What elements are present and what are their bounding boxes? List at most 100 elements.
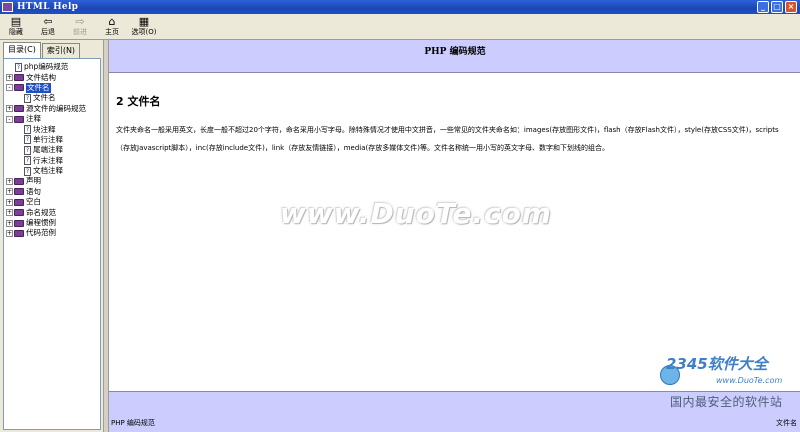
tree-node[interactable]: ? 块注释 [4,124,100,135]
minimize-button[interactable]: _ [757,1,769,13]
tree-node[interactable]: + 代码范例 [4,228,100,238]
corner-watermark: 2345软件大全 www.DuoTe.com 国内最安全的软件站 [658,350,800,420]
home-button[interactable]: ⌂ 主页 [96,14,128,40]
help-page-icon: ? [24,135,31,145]
tree-node[interactable]: + 声明 [4,176,100,186]
window-title: HTML Help [17,2,79,12]
tree-node[interactable]: - 注释 [4,114,100,124]
forward-arrow-icon: ⇨ [75,15,85,28]
tree-node-label: php编码规范 [24,62,69,72]
toolbar: ▤ 隐藏 ⇦ 后退 ⇨ 前进 ⌂ 主页 ▦ 选项(O) [0,14,800,40]
center-watermark: www.DuoTe.com [280,197,552,230]
topic-header: PHP 编码规范 [109,40,800,73]
tree-node-label: 文件名 [26,82,51,93]
expand-icon[interactable]: + [6,188,13,196]
tree-node[interactable]: ? 行末注释 [4,156,100,166]
book-icon [14,177,24,185]
forward-button[interactable]: ⇨ 前进 [64,14,96,40]
tree-node-label: 代码范例 [26,228,56,238]
hide-icon: ▤ [10,15,22,28]
help-page-icon: ? [24,125,31,135]
book-icon [14,84,24,92]
help-page-icon: ? [24,145,31,155]
tree-node-label: 源文件的编码规范 [26,103,86,113]
tree-node-label: 行末注释 [33,155,63,165]
tree-node-label: 文件名 [33,93,56,103]
tree-node-label: 文件结构 [26,72,56,82]
book-icon [14,105,24,113]
section-title: 2 文件名 [116,95,161,108]
contents-tree[interactable]: ? php编码规范 + 文件结构 - 文件名? 文件名 + 源文件的编码规范 - 注释? 块注释? 单行… [3,58,101,430]
navigation-pane: 目录(C) 索引(N) ? php编码规范 + 文件结构 - 文件名? 文件名 + 源文件的编码… [0,40,104,432]
collapse-icon[interactable]: - [6,84,13,92]
section-paragraph: 文件夹命名一般采用英文，长度一般不超过20个字符，命名采用小写字母。除特殊情况才… [116,126,779,152]
home-icon: ⌂ [108,15,116,28]
tree-node[interactable]: + 空白 [4,197,100,207]
corner-watermark-url: www.DuoTe.com [716,376,783,385]
tree-node[interactable]: - 文件名 [4,82,100,93]
tree-node[interactable]: + 源文件的编码规范 [4,104,100,114]
help-page-icon: ? [24,156,31,166]
title-bar: HTML Help _ □ × [0,0,800,14]
corner-watermark-logo: 2345软件大全 [666,355,768,373]
collapse-icon[interactable]: - [6,115,13,123]
expand-icon[interactable]: + [6,105,13,113]
book-icon [14,188,24,196]
tab-index[interactable]: 索引(N) [41,43,81,58]
book-icon [14,115,24,123]
tree-node-label: 语句 [26,186,41,196]
expand-icon[interactable]: + [6,177,13,185]
help-page-icon: ? [24,93,31,103]
help-page-icon: ? [15,62,22,72]
tree-node[interactable]: ? 单行注释 [4,135,100,145]
tree-node[interactable]: ? 文档注释 [4,166,100,176]
nav-tabs: 目录(C) 索引(N) [3,42,81,59]
tree-node[interactable]: ? php编码规范 [4,62,100,72]
book-icon [14,229,24,237]
tab-contents[interactable]: 目录(C) [3,42,41,58]
book-icon [14,198,24,206]
tree-node-label: 声明 [26,176,41,186]
tree-node-label: 注释 [26,114,41,124]
topic-body: 2 文件名 文件夹命名一般采用英文，长度一般不超过20个字符，命名采用小写字母。… [109,73,800,389]
tree-node[interactable]: + 命名规范 [4,207,100,217]
tree-node-label: 块注释 [33,124,56,134]
hide-button[interactable]: ▤ 隐藏 [0,14,32,40]
expand-icon[interactable]: + [6,198,13,206]
help-page-icon: ? [24,166,31,176]
forward-label: 前进 [73,28,87,36]
tree-node[interactable]: + 语句 [4,187,100,197]
options-icon: ▦ [138,15,150,28]
tree-node-label: 空白 [26,197,41,207]
options-button[interactable]: ▦ 选项(O) [128,14,160,40]
home-label: 主页 [105,28,119,36]
expand-icon[interactable]: + [6,229,13,237]
expand-icon[interactable]: + [6,219,13,227]
book-icon [14,219,24,227]
tree-node[interactable]: + 文件结构 [4,72,100,82]
window-controls: _ □ × [757,1,797,13]
tree-node[interactable]: + 编程惯例 [4,218,100,228]
book-icon [14,209,24,217]
book-icon [14,74,24,82]
footer-doc-title: PHP 编码规范 [111,419,155,427]
maximize-button[interactable]: □ [771,1,783,13]
topic-header-title: PHP 编码规范 [424,47,486,57]
back-label: 后退 [41,28,55,36]
hide-label: 隐藏 [9,28,23,36]
expand-icon[interactable]: + [6,74,13,82]
help-app-icon [2,2,13,12]
back-arrow-icon: ⇦ [43,15,53,28]
options-label: 选项(O) [131,28,157,36]
tree-node-label: 编程惯例 [26,218,56,228]
back-button[interactable]: ⇦ 后退 [32,14,64,40]
tree-node-label: 单行注释 [33,134,63,144]
tree-node[interactable]: ? 尾端注释 [4,145,100,155]
tree-node-label: 尾端注释 [33,145,63,155]
tree-node-label: 命名规范 [26,207,56,217]
tree-node-label: 文档注释 [33,166,63,176]
tree-node[interactable]: ? 文件名 [4,93,100,103]
corner-watermark-caption: 国内最安全的软件站 [670,395,783,409]
close-button[interactable]: × [785,1,797,13]
expand-icon[interactable]: + [6,209,13,217]
